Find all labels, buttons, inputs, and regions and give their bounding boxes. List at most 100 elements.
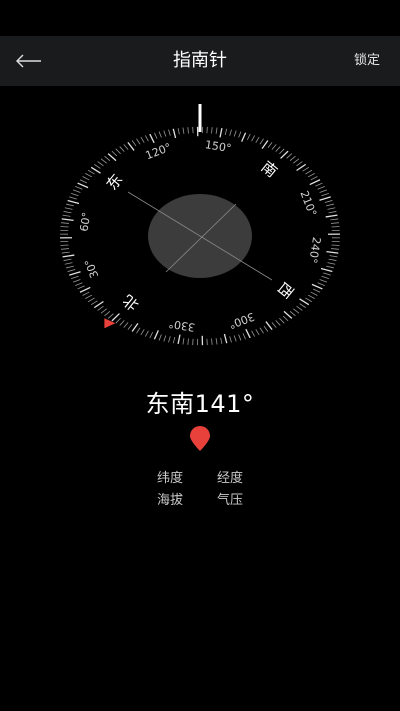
- dial-tick: [317, 282, 325, 286]
- dial-tick: [259, 327, 264, 334]
- dial-tick: [61, 251, 70, 254]
- dial-tick: [123, 322, 129, 328]
- back-button[interactable]: [8, 44, 52, 78]
- dial-tick: [229, 129, 232, 136]
- dial-tick: [328, 258, 337, 261]
- dial-tick: [182, 127, 185, 134]
- dial-tick: [321, 192, 329, 197]
- degree-label: 330°: [168, 317, 196, 334]
- dial-tick: [224, 128, 228, 136]
- dial-tick: [111, 313, 120, 322]
- dial-tick: [182, 338, 185, 345]
- degree-label: 210°: [297, 189, 319, 218]
- dial-tick: [177, 128, 180, 135]
- dial-tick: [326, 203, 334, 207]
- dial-tick: [310, 291, 318, 296]
- dial-tick: [104, 155, 111, 162]
- dial-tick: [127, 142, 135, 151]
- dial-tick: [307, 173, 315, 178]
- dial-tick: [327, 262, 336, 265]
- dial-tick: [187, 338, 189, 345]
- dial-tick: [75, 186, 83, 190]
- dial-tick: [259, 138, 264, 145]
- dial-tick: [330, 248, 339, 250]
- dial-tick: [309, 179, 321, 186]
- dial-tick: [62, 254, 75, 258]
- degree-label: 60°: [77, 211, 93, 232]
- dial-tick: [311, 283, 323, 290]
- dial-tick: [168, 336, 171, 343]
- dial-tick: [211, 338, 213, 345]
- dial-tick: [82, 176, 90, 181]
- dial-tick: [246, 133, 251, 141]
- dial-tick: [77, 182, 89, 189]
- dial-tick: [233, 335, 237, 342]
- dial-tick: [94, 164, 101, 169]
- altitude-label: 海拔: [156, 493, 183, 508]
- degree-label: 150°: [204, 138, 232, 155]
- degree-label: 300°: [227, 310, 256, 332]
- lock-button[interactable]: 锁定: [354, 36, 380, 86]
- dial-tick: [93, 300, 104, 309]
- page-title: 指南针: [173, 50, 227, 71]
- dial-tick: [79, 179, 88, 184]
- dial-tick: [90, 166, 101, 174]
- dial-tick: [319, 279, 328, 283]
- dial-tick: [144, 330, 149, 337]
- dial-tick: [324, 200, 333, 203]
- dial-tick: [107, 313, 114, 319]
- dial-tick: [261, 140, 269, 150]
- dial-tick: [149, 133, 155, 144]
- dial-tick: [131, 140, 137, 147]
- dial-tick: [63, 211, 72, 214]
- dial-tick: [289, 155, 296, 162]
- dial-tick: [319, 189, 328, 193]
- dial-tick: [326, 265, 334, 269]
- dial-tick: [245, 328, 251, 339]
- dial-tick: [263, 325, 269, 332]
- dial-tick: [238, 334, 242, 341]
- dial-tick: [326, 250, 339, 254]
- dial-tick: [172, 336, 176, 344]
- dial-tick: [79, 286, 91, 293]
- dial-tick: [64, 262, 73, 265]
- dial-tick: [72, 279, 81, 283]
- dial-tick: [136, 138, 141, 145]
- dial-tick: [280, 150, 289, 159]
- dial-tick: [233, 130, 237, 137]
- dial-tick: [163, 335, 167, 342]
- dial-tick: [66, 265, 74, 269]
- dial-tick: [220, 337, 223, 344]
- dial-tick: [100, 158, 107, 164]
- dial-tick: [275, 320, 281, 326]
- app-bar: 指南针 锁定: [0, 36, 400, 86]
- dial-tick: [163, 130, 167, 137]
- dial-tick: [317, 186, 325, 190]
- dial-tick: [115, 317, 121, 324]
- cardinal-label: 南: [258, 158, 281, 181]
- dial-tick: [282, 315, 289, 322]
- dial-tick: [327, 207, 336, 210]
- dial-tick: [267, 142, 273, 148]
- cardinal-label: 西: [274, 278, 297, 301]
- dial-tick: [330, 218, 339, 221]
- dial-tick: [61, 222, 70, 224]
- dial-tick: [131, 322, 139, 332]
- dial-tick: [310, 176, 318, 181]
- degree-label: 240°: [306, 236, 323, 264]
- dial-tick: [293, 158, 300, 164]
- degree-label: 30°: [82, 257, 101, 280]
- degree-label: 120°: [144, 141, 173, 163]
- longitude-label: 经度: [216, 471, 243, 486]
- dial-tick: [61, 218, 74, 222]
- dial-tick: [82, 291, 90, 296]
- dial-tick: [289, 310, 296, 317]
- status-bar: [0, 0, 400, 36]
- dial-tick: [172, 128, 177, 139]
- dial-tick: [271, 322, 277, 328]
- dial-tick: [119, 146, 125, 152]
- dial-tick: [283, 310, 293, 319]
- dial-tick: [323, 272, 331, 276]
- dial-tick: [71, 192, 79, 197]
- cardinal-label: 北: [119, 291, 142, 314]
